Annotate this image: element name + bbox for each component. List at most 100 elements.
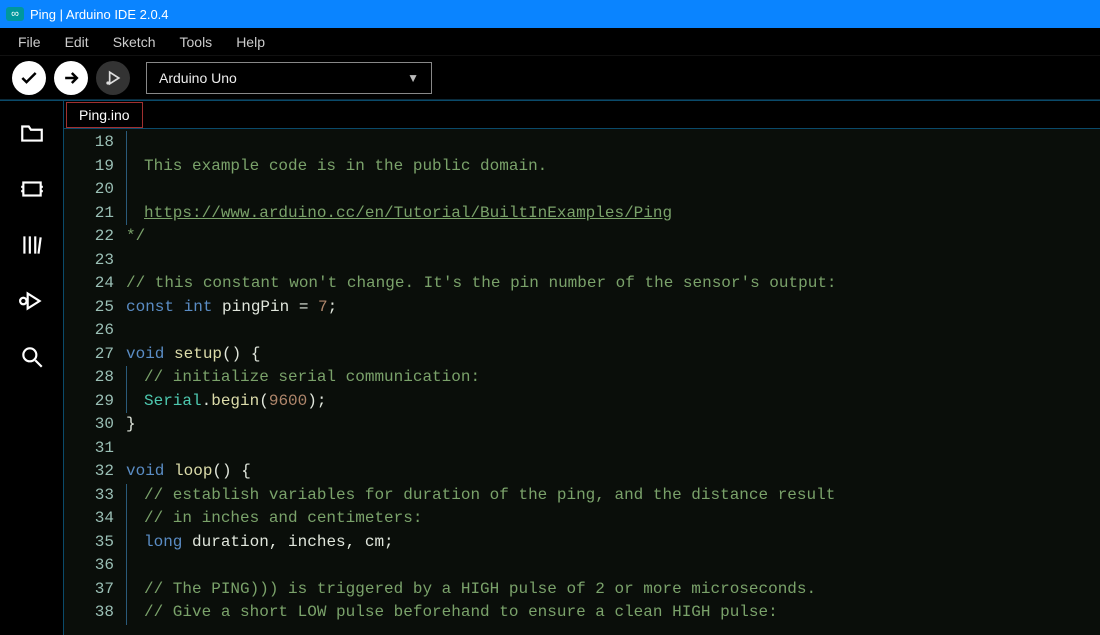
code-token: long <box>144 531 192 555</box>
sidebar-search[interactable] <box>18 343 46 371</box>
code-line[interactable] <box>126 437 1100 461</box>
indent-guide <box>126 202 144 226</box>
line-number: 31 <box>64 437 114 461</box>
sidebar-debug[interactable] <box>18 287 46 315</box>
code-line[interactable]: https://www.arduino.cc/en/Tutorial/Built… <box>126 202 1100 226</box>
code-token: void <box>126 343 174 367</box>
code-line[interactable]: const int pingPin = 7; <box>126 296 1100 320</box>
line-number: 38 <box>64 601 114 625</box>
line-number: 34 <box>64 507 114 531</box>
code-token: ( <box>259 390 269 414</box>
code-line[interactable]: long duration, inches, cm; <box>126 531 1100 555</box>
code-line[interactable] <box>126 178 1100 202</box>
code-token: This example code is in the public domai… <box>144 155 547 179</box>
debug-button[interactable] <box>96 61 130 95</box>
code-token: , <box>269 531 288 555</box>
code-line[interactable]: } <box>126 413 1100 437</box>
code-line[interactable]: void setup() { <box>126 343 1100 367</box>
board-selected-label: Arduino Uno <box>159 70 237 86</box>
line-number: 36 <box>64 554 114 578</box>
code-token: */ <box>126 225 145 249</box>
indent-guide <box>126 554 144 578</box>
code-line[interactable] <box>126 554 1100 578</box>
upload-button[interactable] <box>54 61 88 95</box>
line-number: 26 <box>64 319 114 343</box>
code-token: () { <box>222 343 260 367</box>
code-token: } <box>126 413 136 437</box>
code-token: // The PING))) is triggered by a HIGH pu… <box>144 578 816 602</box>
verify-button[interactable] <box>12 61 46 95</box>
menu-help[interactable]: Help <box>226 32 275 52</box>
board-icon <box>19 176 45 202</box>
activity-sidebar <box>0 101 64 635</box>
code-line[interactable]: // initialize serial communication: <box>126 366 1100 390</box>
indent-guide <box>126 178 144 202</box>
line-number: 32 <box>64 460 114 484</box>
line-number: 37 <box>64 578 114 602</box>
code-line[interactable]: // Give a short LOW pulse beforehand to … <box>126 601 1100 625</box>
toolbar: Arduino Uno ▼ <box>0 56 1100 100</box>
code-token: begin <box>211 390 259 414</box>
indent-guide <box>126 601 144 625</box>
line-number: 22 <box>64 225 114 249</box>
menu-sketch[interactable]: Sketch <box>103 32 166 52</box>
code-token: duration <box>192 531 269 555</box>
sidebar-library-manager[interactable] <box>18 231 46 259</box>
menu-edit[interactable]: Edit <box>55 32 99 52</box>
arrow-right-icon <box>61 68 81 88</box>
editor-tabbar: Ping.ino <box>64 101 1100 129</box>
indent-guide <box>126 366 144 390</box>
check-icon <box>19 68 39 88</box>
line-number: 24 <box>64 272 114 296</box>
line-number: 23 <box>64 249 114 273</box>
code-token: int <box>184 296 222 320</box>
sidebar-sketchbook[interactable] <box>18 119 46 147</box>
board-selector[interactable]: Arduino Uno ▼ <box>146 62 432 94</box>
code-line[interactable]: // in inches and centimeters: <box>126 507 1100 531</box>
code-line[interactable]: // this constant won't change. It's the … <box>126 272 1100 296</box>
code-line[interactable]: void loop() { <box>126 460 1100 484</box>
indent-guide <box>126 390 144 414</box>
code-token: // Give a short LOW pulse beforehand to … <box>144 601 778 625</box>
code-line[interactable]: This example code is in the public domai… <box>126 155 1100 179</box>
code-line[interactable]: // The PING))) is triggered by a HIGH pu… <box>126 578 1100 602</box>
code-line[interactable] <box>126 319 1100 343</box>
code-line[interactable]: */ <box>126 225 1100 249</box>
line-number: 19 <box>64 155 114 179</box>
line-number-gutter: 1819202122232425262728293031323334353637… <box>64 129 126 635</box>
code-token: void <box>126 460 174 484</box>
debug-icon <box>103 68 123 88</box>
indent-guide <box>126 531 144 555</box>
code-token: 9600 <box>269 390 307 414</box>
code-editor[interactable]: 1819202122232425262728293031323334353637… <box>64 129 1100 635</box>
code-token: () { <box>212 460 250 484</box>
menu-file[interactable]: File <box>8 32 51 52</box>
line-number: 29 <box>64 390 114 414</box>
menu-tools[interactable]: Tools <box>170 32 223 52</box>
line-number: 35 <box>64 531 114 555</box>
editor-area: Ping.ino 1819202122232425262728293031323… <box>64 101 1100 635</box>
code-token: Serial <box>144 390 202 414</box>
code-line[interactable]: Serial.begin(9600); <box>126 390 1100 414</box>
code-token: // this constant won't change. It's the … <box>126 272 837 296</box>
sidebar-boards-manager[interactable] <box>18 175 46 203</box>
code-token: pingPin <box>222 296 299 320</box>
code-line[interactable]: // establish variables for duration of t… <box>126 484 1100 508</box>
code-content[interactable]: This example code is in the public domai… <box>126 129 1100 635</box>
code-token: 7 <box>318 296 328 320</box>
line-number: 28 <box>64 366 114 390</box>
code-line[interactable] <box>126 249 1100 273</box>
code-token: https://www.arduino.cc/en/Tutorial/Built… <box>144 202 672 226</box>
line-number: 20 <box>64 178 114 202</box>
tab-ping-ino[interactable]: Ping.ino <box>66 102 143 128</box>
line-number: 18 <box>64 131 114 155</box>
folder-icon <box>19 120 45 146</box>
code-token: // initialize serial communication: <box>144 366 480 390</box>
code-line[interactable] <box>126 131 1100 155</box>
indent-guide <box>126 578 144 602</box>
chevron-down-icon: ▼ <box>407 71 419 85</box>
code-token: = <box>299 296 318 320</box>
indent-guide <box>126 155 144 179</box>
code-token: inches <box>288 531 346 555</box>
code-token: loop <box>174 460 212 484</box>
